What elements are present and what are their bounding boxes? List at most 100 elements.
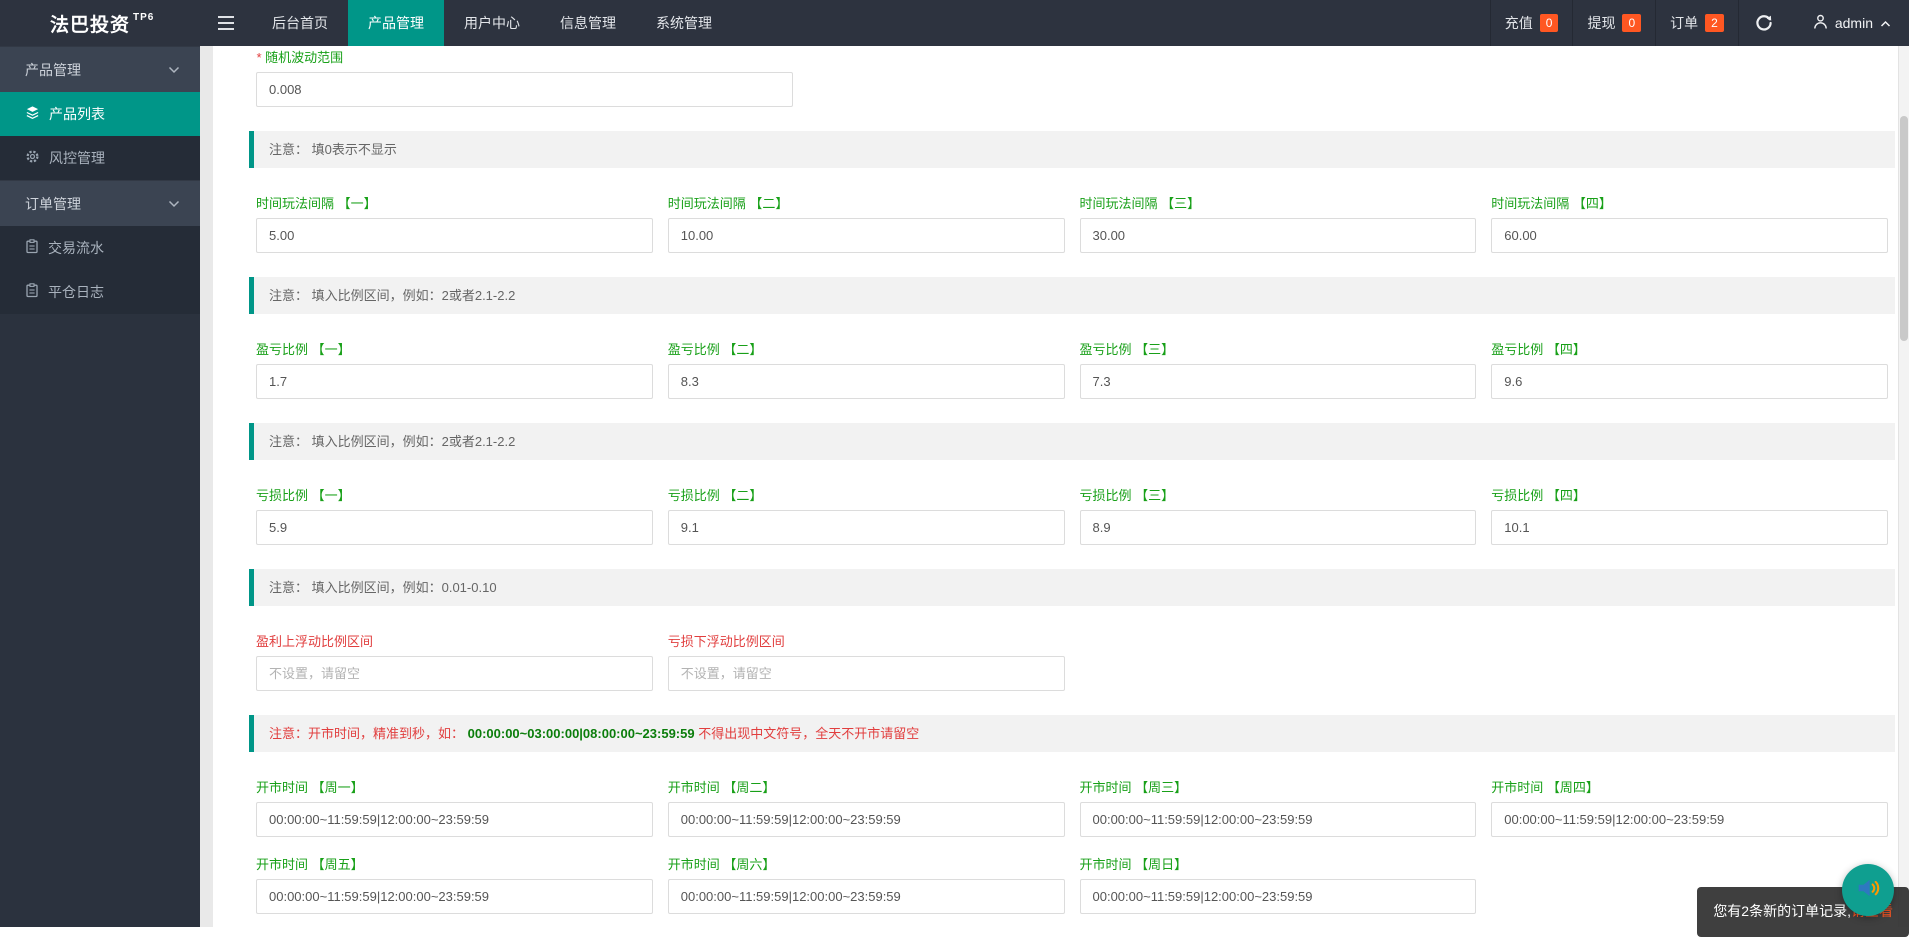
page-scrollbar: [1898, 46, 1909, 927]
open-time-friday-input[interactable]: [256, 879, 653, 914]
user-menu[interactable]: admin: [1789, 0, 1909, 46]
field-loss-ratio-3: 亏损比例 【三】: [1079, 484, 1477, 545]
field-profit-ratio-2: 盈亏比例 【二】: [667, 338, 1065, 399]
field-label: 亏损比例 【三】: [1079, 488, 1175, 503]
loss-ratio-2-input[interactable]: [667, 510, 1065, 545]
random-volatility-input[interactable]: [256, 72, 793, 107]
sidebar: 产品管理 产品列表 风控管理 订单管理 交易流水 平仓日志: [0, 46, 200, 927]
loss-ratio-1-input[interactable]: [256, 510, 653, 545]
field-label: 开市时间 【周四】: [1491, 780, 1599, 795]
orders-counter[interactable]: 订单 2: [1655, 0, 1738, 46]
field-label: * 随机波动范围: [256, 50, 344, 65]
field-loss-float-range: 亏损下浮动比例区间: [667, 630, 1065, 691]
sidebar-item-label: 交易流水: [48, 240, 104, 256]
sidebar-item-label: 产品列表: [49, 106, 105, 122]
field-loss-ratio-1: 亏损比例 【一】: [256, 484, 653, 545]
topbar-right: 充值 0 提现 0 订单 2 admin: [1489, 0, 1909, 46]
time-format-example: 00:00:00~03:00:00|08:00:00~23:59:59: [467, 726, 695, 741]
recharge-counter[interactable]: 充值 0: [1489, 0, 1573, 46]
time-interval-2-input[interactable]: [667, 218, 1065, 253]
loss-float-range-input[interactable]: [667, 656, 1065, 691]
required-asterisk: *: [256, 50, 262, 65]
sidebar-group-product-management[interactable]: 产品管理: [0, 46, 200, 92]
sidebar-item-risk-management[interactable]: 风控管理: [0, 136, 200, 180]
app-logo-version: TP6: [133, 11, 155, 23]
sidebar-item-close-position-log[interactable]: 平仓日志: [0, 270, 200, 314]
refresh-icon[interactable]: [1737, 0, 1789, 46]
sidebar-content-divider: [200, 46, 213, 927]
recharge-label: 充值: [1504, 15, 1533, 31]
nav-item-info-management[interactable]: 信息管理: [540, 0, 636, 46]
withdraw-label: 提现: [1587, 15, 1616, 31]
field-open-time-wednesday: 开市时间 【周三】: [1079, 776, 1477, 837]
scrollbar-thumb[interactable]: [1900, 116, 1908, 341]
field-label: 亏损比例 【四】: [1491, 488, 1586, 503]
open-time-saturday-input[interactable]: [667, 879, 1065, 914]
nav-item-dashboard[interactable]: 后台首页: [252, 0, 348, 46]
float-range-row: 盈利上浮动比例区间 亏损下浮动比例区间: [249, 630, 1895, 691]
profit-ratio-4-input[interactable]: [1491, 364, 1888, 399]
open-time-row-1: 开市时间 【周一】 开市时间 【周二】 开市时间 【周三】 开市时间 【周四】: [249, 776, 1895, 837]
open-time-sunday-input[interactable]: [1079, 879, 1477, 914]
field-open-time-monday: 开市时间 【周一】: [256, 776, 653, 837]
sidebar-item-product-list[interactable]: 产品列表: [0, 92, 200, 136]
field-label: 开市时间 【周日】: [1079, 857, 1188, 872]
open-time-monday-input[interactable]: [256, 802, 653, 837]
note-ratio-range-3: 注意： 填入比例区间，例如：0.01-0.10: [249, 569, 1895, 606]
nav-item-user-center[interactable]: 用户中心: [444, 0, 540, 46]
loss-ratio-3-input[interactable]: [1079, 510, 1477, 545]
profit-ratio-3-input[interactable]: [1079, 364, 1477, 399]
field-open-time-friday: 开市时间 【周五】: [256, 853, 653, 914]
profit-float-range-input[interactable]: [256, 656, 653, 691]
open-time-wednesday-input[interactable]: [1079, 802, 1477, 837]
nav-item-product-management[interactable]: 产品管理: [348, 0, 444, 46]
open-time-tuesday-input[interactable]: [667, 802, 1065, 837]
sidebar-group-label: 产品管理: [25, 61, 81, 78]
top-menu: 后台首页 产品管理 用户中心 信息管理 系统管理: [252, 0, 732, 46]
username: admin: [1834, 15, 1873, 31]
note-ratio-range-1: 注意： 填入比例区间，例如：2或者2.1-2.2: [249, 277, 1895, 314]
field-label: 开市时间 【周六】: [667, 857, 776, 872]
field-label: 时间玩法间隔 【四】: [1491, 196, 1612, 211]
field-label: 亏损比例 【二】: [667, 488, 763, 503]
loss-ratio-row: 亏损比例 【一】 亏损比例 【二】 亏损比例 【三】 亏损比例 【四】: [249, 484, 1895, 545]
user-icon: [1813, 14, 1828, 33]
chevron-up-icon: [1880, 15, 1891, 31]
field-label: 时间玩法间隔 【三】: [1079, 196, 1201, 211]
field-label: 盈亏比例 【四】: [1491, 342, 1586, 357]
time-interval-4-input[interactable]: [1491, 218, 1888, 253]
sidebar-item-transaction-flow[interactable]: 交易流水: [0, 226, 200, 270]
time-interval-1-input[interactable]: [256, 218, 653, 253]
sidebar-group-order-management[interactable]: 订单管理: [0, 180, 200, 226]
topbar: 法巴投资 TP6 后台首页 产品管理 用户中心 信息管理 系统管理 充值 0 提现…: [0, 0, 1909, 46]
field-label: 亏损比例 【一】: [256, 488, 351, 503]
time-interval-3-input[interactable]: [1079, 218, 1477, 253]
orders-label: 订单: [1670, 15, 1699, 31]
field-profit-float-range: 盈利上浮动比例区间: [256, 630, 653, 691]
withdraw-counter[interactable]: 提现 0: [1572, 0, 1655, 46]
sidebar-item-label: 平仓日志: [48, 284, 104, 300]
field-label: 开市时间 【周五】: [256, 857, 364, 872]
field-label: 开市时间 【周三】: [1079, 780, 1188, 795]
field-time-interval-2: 时间玩法间隔 【二】: [667, 192, 1065, 253]
field-profit-ratio-4: 盈亏比例 【四】: [1491, 338, 1888, 399]
field-label: 开市时间 【周二】: [667, 780, 776, 795]
field-time-interval-1: 时间玩法间隔 【一】: [256, 192, 653, 253]
field-label: 盈亏比例 【二】: [667, 342, 763, 357]
loss-ratio-4-input[interactable]: [1491, 510, 1888, 545]
field-label: 盈亏比例 【一】: [256, 342, 351, 357]
profit-ratio-2-input[interactable]: [667, 364, 1065, 399]
toast-message: 您有2条新的订单记录,: [1713, 903, 1851, 919]
field-open-time-thursday: 开市时间 【周四】: [1491, 776, 1888, 837]
note-market-open-time: 注意：开市时间，精准到秒，如： 00:00:00~03:00:00|08:00:…: [249, 715, 1895, 752]
clipboard-icon: [25, 283, 39, 301]
field-random-volatility: * 随机波动范围: [249, 51, 800, 107]
field-profit-ratio-1: 盈亏比例 【一】: [256, 338, 653, 399]
open-time-thursday-input[interactable]: [1491, 802, 1888, 837]
megaphone-icon: [1854, 874, 1882, 907]
announcement-fab[interactable]: [1842, 864, 1894, 916]
nav-item-system-management[interactable]: 系统管理: [636, 0, 732, 46]
layers-icon: [25, 105, 40, 123]
menu-toggle-icon[interactable]: [200, 0, 252, 46]
profit-ratio-1-input[interactable]: [256, 364, 653, 399]
